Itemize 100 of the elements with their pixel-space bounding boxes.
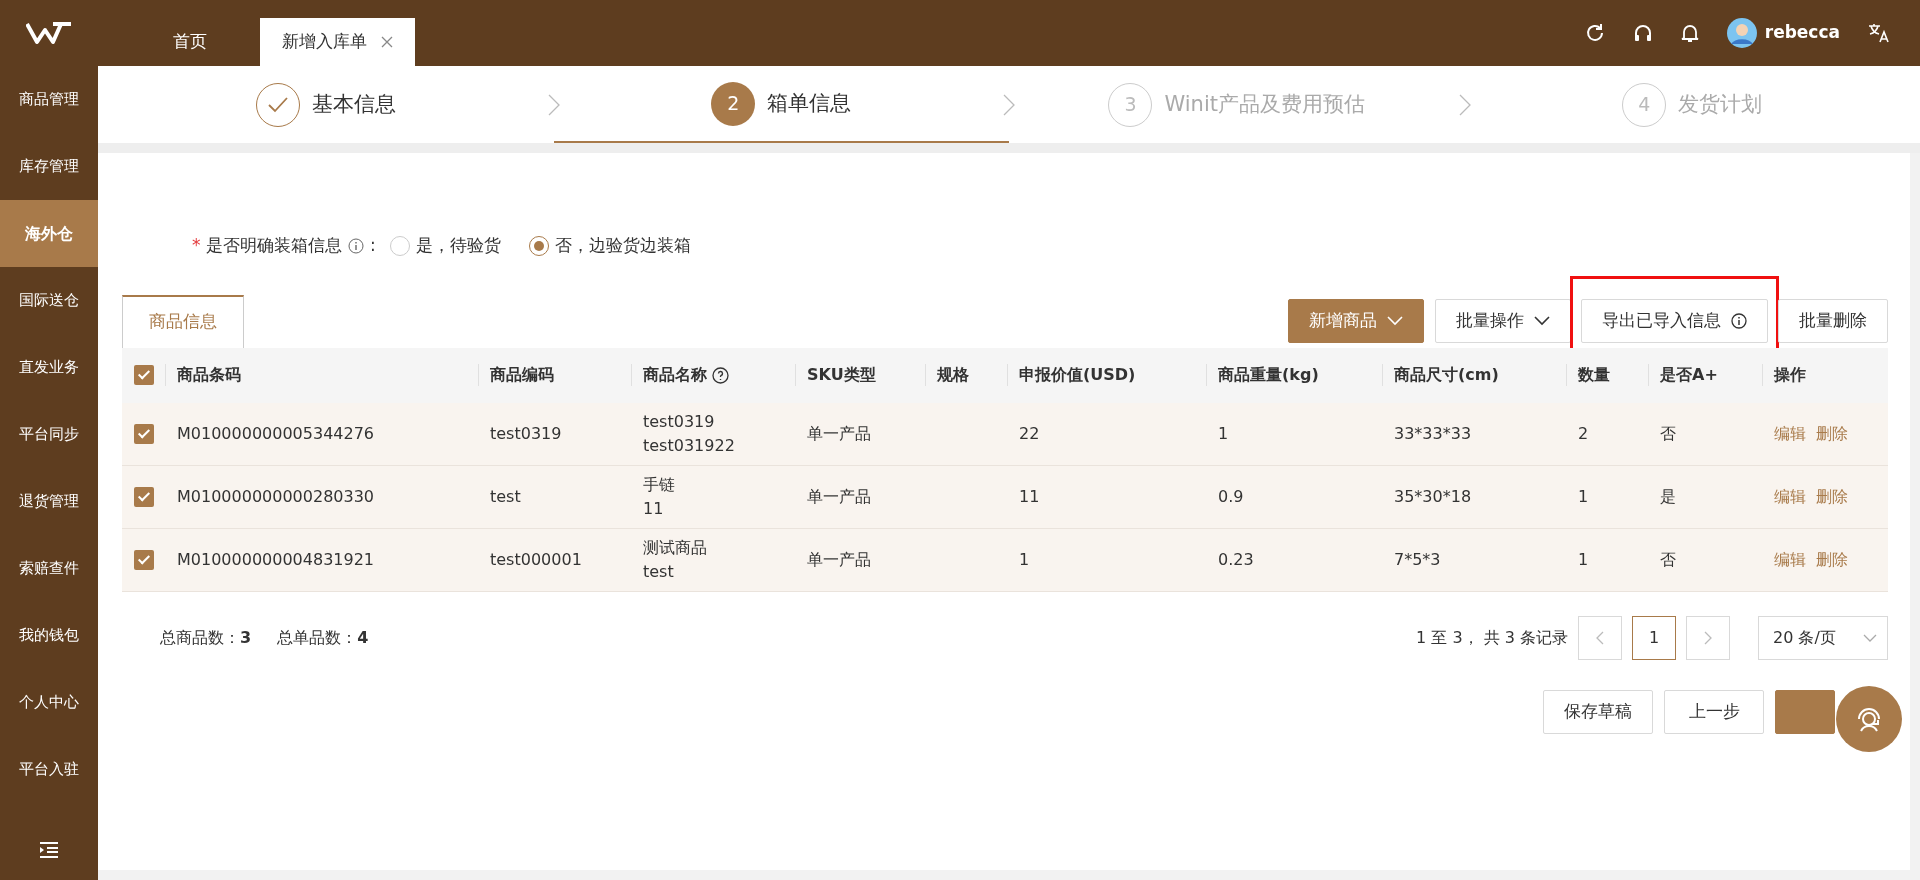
cell-text: 1 — [1578, 485, 1589, 508]
sidebar-item[interactable]: 平台入驻 — [0, 736, 98, 803]
info-icon — [1731, 313, 1747, 329]
cell-text: 手链 11 — [643, 473, 675, 520]
help-icon — [712, 366, 729, 384]
row-action-link[interactable]: 删除 — [1816, 484, 1848, 509]
footer-button[interactable] — [1775, 689, 1835, 734]
bell-icon[interactable] — [1680, 23, 1699, 43]
chevron-right-icon — [547, 93, 560, 116]
footer-button[interactable]: 上一步 — [1664, 689, 1764, 734]
cell-text: 单一产品 — [807, 548, 871, 571]
cell-text: M010000000000280330 — [177, 485, 375, 508]
column-header: 商品名称 — [643, 364, 707, 386]
row-checkbox[interactable] — [134, 549, 154, 570]
action-button[interactable]: 导出已导入信息 — [1581, 299, 1768, 343]
step-item[interactable]: 基本信息 — [98, 66, 554, 143]
page-size-select[interactable]: 20 条/页 — [1758, 615, 1888, 660]
radio-option[interactable]: 否，边验货边装箱 — [528, 233, 691, 259]
sidebar-item[interactable]: 个人中心 — [0, 669, 98, 736]
sidebar-item[interactable]: 库存管理 — [0, 133, 98, 200]
column-header: 申报价值(USD) — [1019, 364, 1136, 386]
sidebar-item[interactable]: 直发业务 — [0, 334, 98, 401]
caret-icon — [1387, 316, 1403, 326]
chevron-right-icon — [1003, 93, 1015, 116]
step-label: 发货计划 — [1678, 90, 1763, 118]
close-icon[interactable] — [381, 36, 393, 48]
summary-text: 总商品数：3 — [160, 626, 252, 649]
step-item[interactable]: 2 箱单信息 — [553, 66, 1009, 143]
cell-text: 测试商品 test — [643, 536, 707, 583]
page-button[interactable]: 1 — [1632, 615, 1676, 660]
sidebar-item[interactable]: 我的钱包 — [0, 602, 98, 669]
row-action-link[interactable]: 删除 — [1816, 547, 1848, 572]
step-label: Winit产品及费用预估 — [1164, 90, 1365, 118]
caret-icon — [1863, 633, 1877, 642]
cell-text: 11 — [1019, 485, 1040, 508]
sidebar-item[interactable]: 国际送仓 — [0, 267, 98, 334]
cell-text: 33*33*33 — [1394, 422, 1472, 445]
cell-text: 22 — [1019, 422, 1040, 445]
chevron-right-icon — [1704, 630, 1712, 645]
row-action-link[interactable]: 编辑 — [1774, 421, 1806, 446]
avatar-icon[interactable] — [1726, 18, 1757, 48]
step-number: 2 — [711, 81, 756, 126]
cell-text: 2 — [1578, 422, 1589, 445]
headset-icon[interactable] — [1632, 23, 1653, 43]
cell-text: 7*5*3 — [1394, 548, 1441, 571]
table-row[interactable]: M010000000005344276 test0319 test0319 test031922 单一产品 22 1 33*33*33 2 否 编辑 删除 — [122, 402, 1888, 466]
table-row[interactable]: M010000000000280330 test 手链 11 单一产品 11 0.9 35*30*18 1 是 编辑 删除 — [122, 465, 1888, 529]
cell-text: M010000000004831921 — [177, 548, 375, 571]
cell-text: 单一产品 — [807, 485, 871, 508]
column-header: 商品尺寸(cm) — [1394, 364, 1499, 386]
column-header: 商品编码 — [490, 364, 554, 386]
cell-text: 否 — [1660, 422, 1676, 445]
cell-text: 是 — [1660, 485, 1676, 508]
cell-text: test0319 — [490, 422, 562, 445]
cell-text: 1 — [1019, 548, 1030, 571]
footer-button[interactable]: 保存草稿 — [1543, 689, 1653, 734]
chevron-right-icon — [1458, 93, 1471, 116]
cell-text: 1 — [1218, 422, 1229, 445]
cell-text: 否 — [1660, 548, 1676, 571]
action-button[interactable]: 批量删除 — [1778, 299, 1888, 343]
caret-icon — [1534, 316, 1550, 326]
cell-text: test0319 test031922 — [643, 410, 735, 457]
column-header: 操作 — [1774, 364, 1806, 386]
sidebar-item[interactable]: 商品管理 — [0, 66, 98, 133]
cell-text: test — [490, 485, 521, 508]
action-button[interactable]: 批量操作 — [1435, 299, 1571, 343]
collapse-menu-icon[interactable] — [39, 842, 59, 858]
column-header: 是否A+ — [1660, 364, 1718, 386]
row-action-link[interactable]: 编辑 — [1774, 484, 1806, 509]
logo-icon — [26, 21, 72, 45]
colon: : — [369, 234, 376, 257]
pagination-info: 1 至 3， 共 3 条记录 — [1416, 626, 1568, 649]
tab[interactable]: 首页 — [120, 18, 260, 66]
row-action-link[interactable]: 删除 — [1816, 421, 1848, 446]
radio-option[interactable]: 是，待验货 — [389, 233, 501, 259]
header-checkbox[interactable] — [134, 365, 154, 385]
tab[interactable]: 新增入库单 — [260, 18, 415, 66]
user-name[interactable]: rebecca — [1764, 20, 1840, 46]
sidebar-item[interactable]: 索赔查件 — [0, 535, 98, 602]
refresh-icon[interactable] — [1584, 23, 1605, 43]
table-row[interactable]: M010000000004831921 test000001 测试商品 test 单一产品 1 0.23 7*5*3 1 否 编辑 删除 — [122, 528, 1888, 592]
cell-text: 1 — [1578, 548, 1589, 571]
sidebar-item[interactable]: 退货管理 — [0, 468, 98, 535]
row-action-link[interactable]: 编辑 — [1774, 547, 1806, 572]
sidebar-item[interactable]: 海外仓 — [0, 200, 98, 267]
chevron-left-icon — [1596, 630, 1604, 645]
panel-tab[interactable]: 商品信息 — [122, 294, 244, 348]
action-button[interactable]: 新增商品 — [1288, 299, 1424, 343]
summary-text: 总单品数：4 — [277, 626, 369, 649]
column-header: SKU类型 — [807, 364, 876, 386]
cell-text: 单一产品 — [807, 422, 871, 445]
sidebar-item[interactable]: 平台同步 — [0, 401, 98, 468]
row-checkbox[interactable] — [134, 423, 154, 444]
cell-text: M010000000005344276 — [177, 422, 375, 445]
cell-text: test000001 — [490, 548, 582, 571]
translate-icon[interactable] — [1868, 23, 1890, 43]
cell-text: 35*30*18 — [1394, 485, 1472, 508]
step-label: 箱单信息 — [767, 89, 852, 117]
column-header: 规格 — [937, 364, 969, 386]
row-checkbox[interactable] — [134, 486, 154, 507]
